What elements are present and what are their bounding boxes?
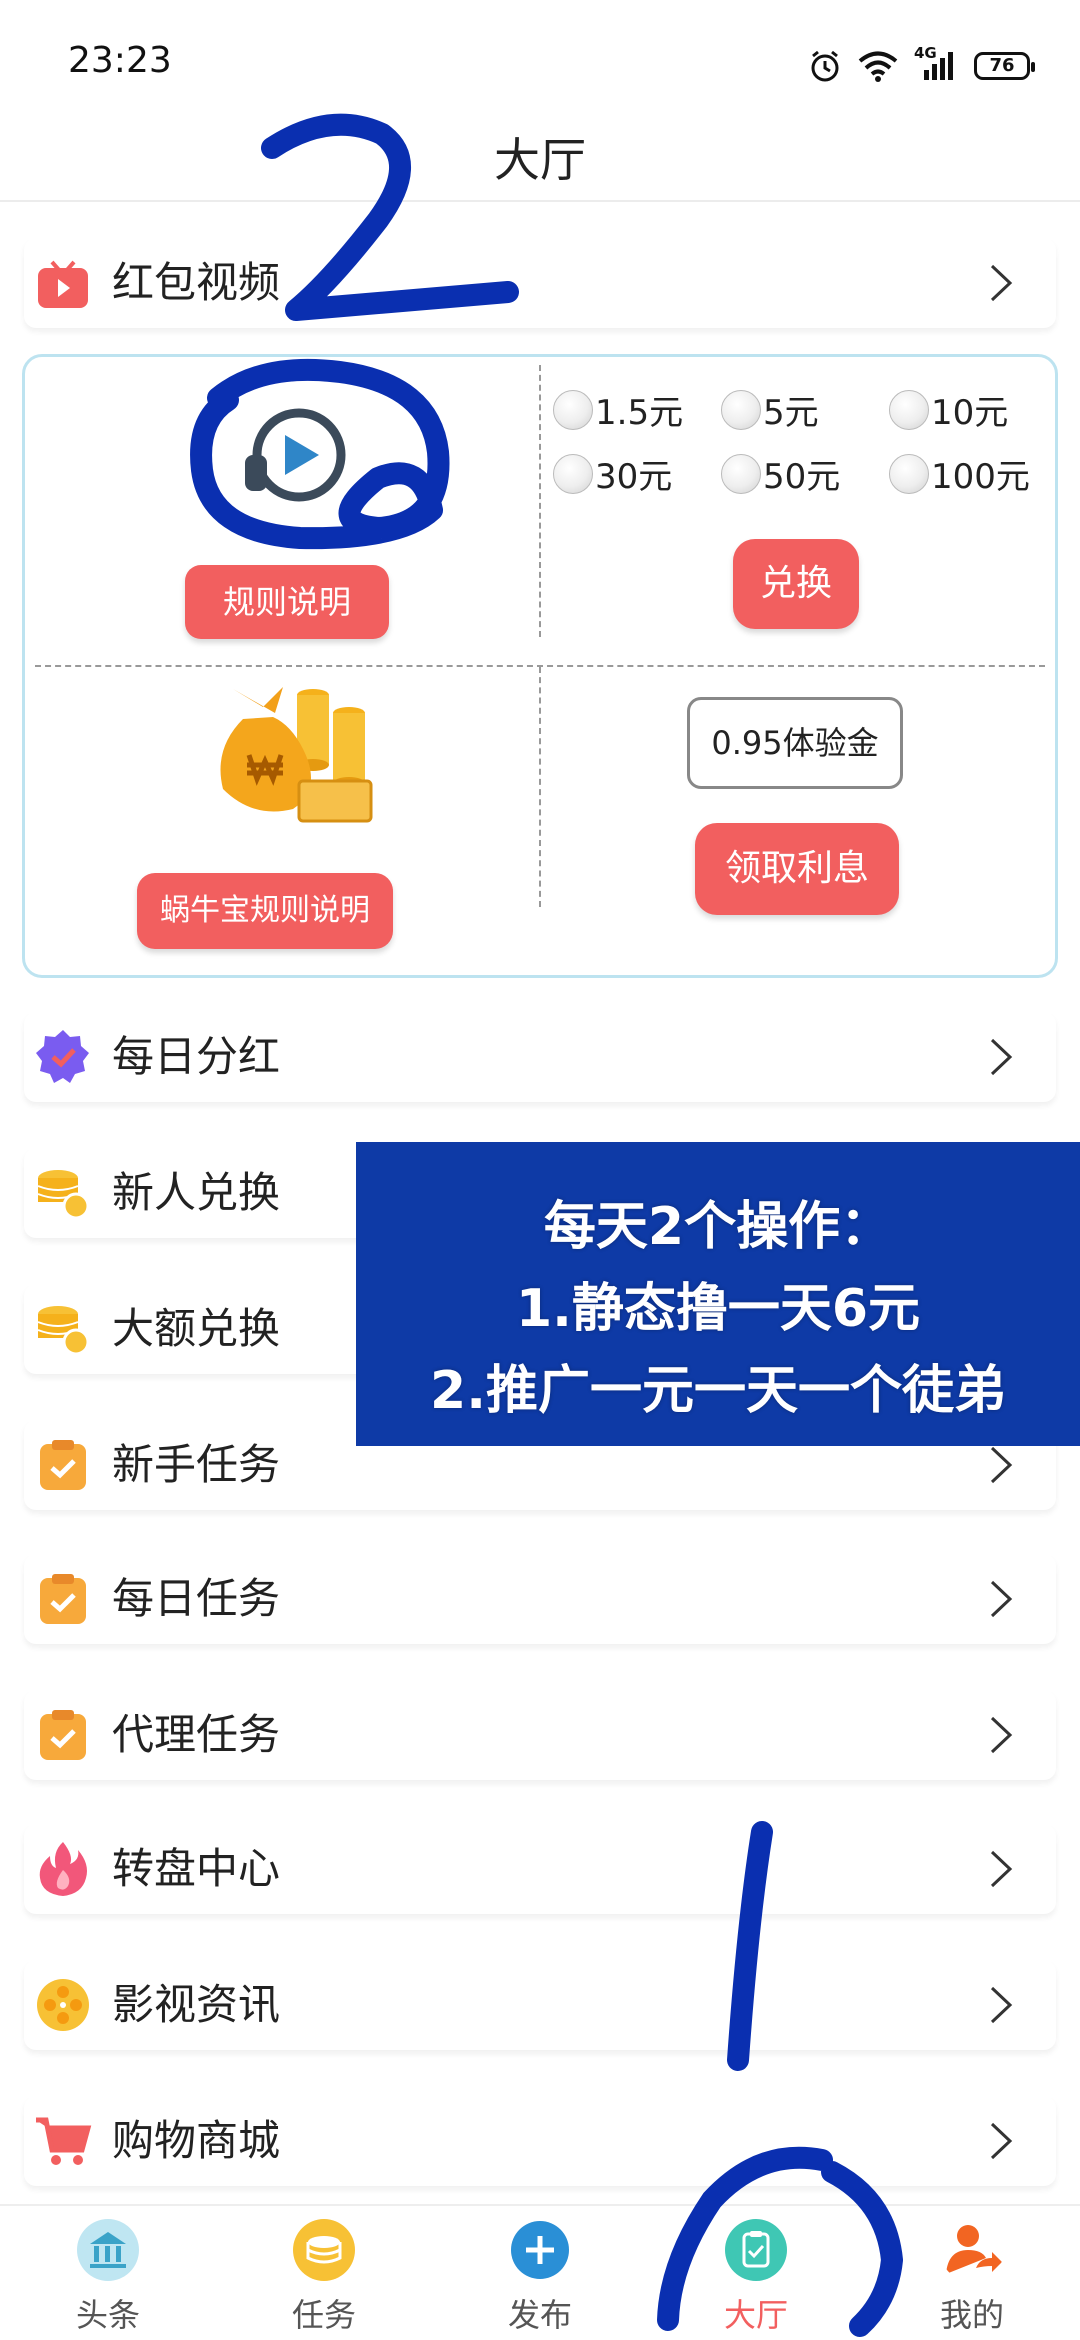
row-red-envelope-video[interactable]: 红包视频 <box>24 238 1056 328</box>
row-label: 新人兑换 <box>112 1168 281 1217</box>
divider-vertical-bottom <box>539 667 541 907</box>
clipboard-check-icon <box>40 1440 86 1490</box>
cellular-signal-icon: 4G <box>914 44 958 82</box>
headset-play-icon <box>245 408 346 502</box>
row-label: 每日分红 <box>112 1032 281 1081</box>
bank-icon <box>77 2219 139 2281</box>
chevron-right-icon <box>990 1580 1013 1618</box>
radio-button[interactable] <box>553 389 593 430</box>
row-wheel-center[interactable]: 转盘中心 <box>24 1824 1056 1914</box>
promo-overlay: 每天2个操作： 1.静态撸一天6元 2.推广一元一天一个徒弟 <box>356 1142 1080 1446</box>
amount-label: 1.5元 <box>595 393 684 433</box>
tab-publish[interactable]: 发布 <box>432 2206 648 2340</box>
badge-check-icon <box>36 1030 89 1083</box>
battery-indicator: 76 <box>974 52 1035 80</box>
chevron-right-icon <box>990 264 1013 302</box>
chevron-right-icon <box>990 1986 1013 2024</box>
header: 大厅 <box>0 110 1080 202</box>
tab-label: 头条 <box>75 2296 140 2334</box>
tab-headlines[interactable]: 头条 <box>0 2206 216 2340</box>
chevron-right-icon <box>990 1716 1013 1754</box>
tab-label: 我的 <box>939 2296 1004 2334</box>
amount-label: 100元 <box>931 457 1030 497</box>
row-daily-dividend[interactable]: 每日分红 <box>24 1012 1056 1102</box>
exchange-button[interactable]: 兑换 <box>733 539 859 629</box>
flame-icon <box>39 1842 87 1896</box>
row-label: 转盘中心 <box>112 1844 281 1893</box>
money-bag-icon <box>220 687 373 823</box>
user-share-icon <box>946 2225 1002 2274</box>
amount-option[interactable]: 1.5元 <box>553 385 683 434</box>
row-label: 代理任务 <box>112 1710 281 1759</box>
chevron-right-icon <box>990 2122 1013 2160</box>
coin-stack-icon <box>293 2219 355 2281</box>
chevron-right-icon <box>990 1850 1013 1888</box>
tab-label: 发布 <box>507 2296 572 2334</box>
row-label: 红包视频 <box>112 258 281 307</box>
promo-line-1: 每天2个操作： <box>543 1197 893 1257</box>
row-label: 每日任务 <box>112 1574 281 1623</box>
tv-play-icon <box>38 260 88 308</box>
row-label: 购物商城 <box>112 2116 281 2165</box>
radio-button[interactable] <box>553 453 593 494</box>
amount-option[interactable]: 10元 <box>889 385 1008 434</box>
clipboard-check-icon <box>725 2219 787 2281</box>
promo-line-2: 1.静态撸一天6元 <box>515 1279 921 1339</box>
promo-line-3: 2.推广一元一天一个徒弟 <box>430 1361 1006 1421</box>
row-label: 新手任务 <box>112 1440 281 1489</box>
row-label: 大额兑换 <box>112 1304 281 1353</box>
tab-label: 大厅 <box>723 2296 788 2334</box>
row-shopping-mall[interactable]: 购物商城 <box>24 2096 1056 2186</box>
tab-label: 任务 <box>291 2296 356 2334</box>
amount-label: 50元 <box>763 457 841 497</box>
alarm-icon <box>811 50 839 82</box>
divider-vertical-top <box>539 365 541 637</box>
wifi-icon <box>858 51 898 82</box>
coins-icon <box>37 1170 90 1220</box>
clipboard-check-icon <box>40 1710 86 1760</box>
page-title: 大厅 <box>494 133 586 187</box>
amount-label: 10元 <box>931 393 1009 433</box>
radio-button[interactable] <box>889 389 929 430</box>
coins-icon <box>37 1306 90 1356</box>
bottom-tab-bar: 头条 任务 发布 大厅 我的 <box>0 2204 1080 2340</box>
status-icons: 4G 76 <box>808 44 1035 88</box>
rules-button[interactable]: 规则说明 <box>185 565 389 639</box>
snail-rules-button[interactable]: 蜗牛宝规则说明 <box>137 873 393 949</box>
status-time: 23:23 <box>68 40 172 81</box>
amount-option[interactable]: 100元 <box>889 449 1030 498</box>
chevron-right-icon <box>990 1446 1013 1484</box>
row-agent-tasks[interactable]: 代理任务 <box>24 1690 1056 1780</box>
chevron-right-icon <box>990 1038 1013 1076</box>
clipboard-check-icon <box>40 1574 86 1624</box>
radio-button[interactable] <box>721 453 761 494</box>
tab-mine[interactable]: 我的 <box>864 2206 1080 2340</box>
exchange-card: 规则说明 1.5元 5元 10元 30元 50元 100元 兑换 蜗牛宝规则说明… <box>22 354 1058 978</box>
amount-label: 30元 <box>595 457 673 497</box>
film-reel-icon <box>37 1979 89 2031</box>
amount-option[interactable]: 50元 <box>721 449 840 498</box>
row-daily-tasks[interactable]: 每日任务 <box>24 1554 1056 1644</box>
row-label: 影视资讯 <box>112 1980 281 2029</box>
amount-label: 5元 <box>763 393 819 433</box>
tab-lobby[interactable]: 大厅 <box>648 2206 864 2340</box>
radio-button[interactable] <box>721 389 761 430</box>
divider-horizontal <box>35 665 1045 667</box>
tab-tasks[interactable]: 任务 <box>216 2206 432 2340</box>
trial-gold-field: 0.95体验金 <box>687 697 903 789</box>
row-film-news[interactable]: 影视资讯 <box>24 1960 1056 2050</box>
amount-option[interactable]: 5元 <box>721 385 819 434</box>
collect-interest-button[interactable]: 领取利息 <box>695 823 899 915</box>
amount-option[interactable]: 30元 <box>553 449 672 498</box>
radio-button[interactable] <box>889 453 929 494</box>
plus-icon <box>511 2221 569 2279</box>
shopping-cart-icon <box>36 2117 92 2165</box>
